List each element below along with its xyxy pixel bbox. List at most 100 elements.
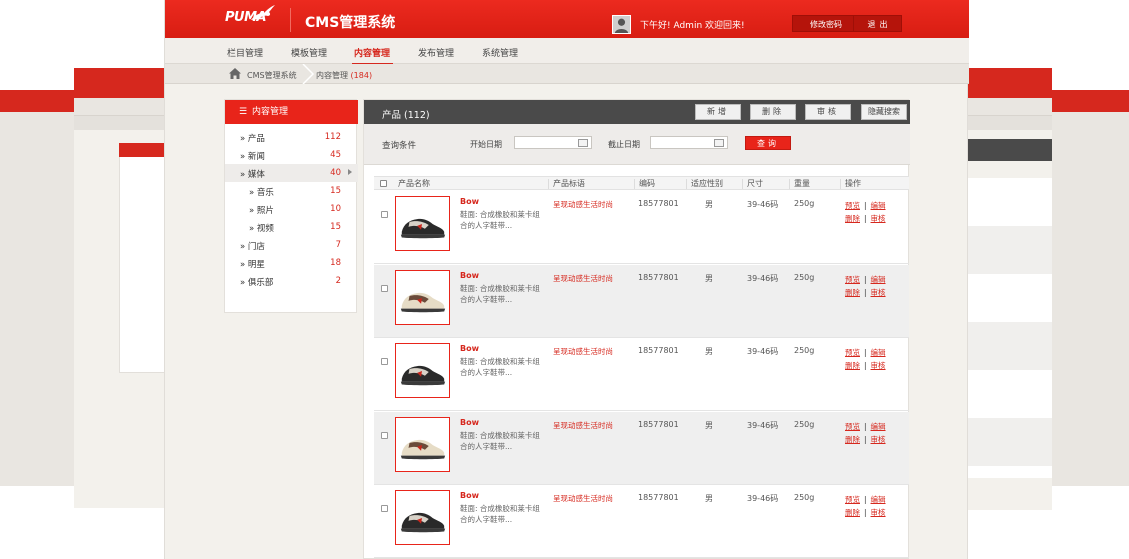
product-description: 鞋面: 合成橡胶和莱卡组合的人字鞋带... [460,283,540,304]
column-header-weight[interactable]: 重量 [789,179,810,189]
sidebar-item-photos[interactable]: » 照片 10 [225,200,358,218]
table-row: Bow 鞋面: 合成橡胶和莱卡组合的人字鞋带... 呈现动感生活时尚 18577801… [374,338,909,411]
nav-item-publish-manage[interactable]: 发布管理 [418,46,454,59]
separator: | [864,434,867,444]
row-checkbox[interactable] [381,284,388,292]
sidebar-item-clubs[interactable]: » 俱乐部 2 [225,272,358,290]
start-date-input[interactable] [514,136,592,149]
home-icon[interactable] [229,68,241,79]
product-slogan: 呈现动感生活时尚 [553,347,613,356]
product-slogan: 呈现动感生活时尚 [553,420,613,430]
column-header-size[interactable]: 尺寸 [742,179,763,189]
sidebar-item-music[interactable]: » 音乐 15 [225,182,358,200]
product-code: 18577801 [638,346,679,355]
sidebar-item-stars[interactable]: » 明星 18 [225,254,358,272]
row-checkbox[interactable] [381,358,388,365]
shoe-icon [400,512,446,533]
delete-link[interactable]: 删除 [845,508,860,517]
review-link[interactable]: 审核 [871,214,886,223]
nav-item-content-manage[interactable]: 内容管理 [354,46,390,59]
preview-link[interactable]: 预览 [845,495,860,504]
edit-link[interactable]: 编辑 [871,422,886,431]
end-date-input[interactable] [650,136,728,149]
logout-button[interactable]: 退出 [853,15,902,32]
edit-link[interactable]: 编辑 [871,201,886,210]
query-bar: 查询条件 开始日期 截止日期 查询 [364,124,910,165]
edit-link[interactable]: 编辑 [871,495,886,504]
review-link[interactable]: 审核 [871,435,886,444]
column-header-code[interactable]: 编码 [634,179,655,189]
review-link[interactable]: 审核 [871,508,886,517]
sidebar-item-count: 7 [335,240,341,250]
edit-link[interactable]: 编辑 [871,275,886,284]
sidebar-item-label: » 产品 [240,134,265,144]
product-name[interactable]: Bow [460,344,479,353]
product-name[interactable]: Bow [460,418,479,427]
sidebar-item-count: 15 [330,186,341,196]
row-checkbox[interactable] [381,505,388,512]
preview-link[interactable]: 预览 [845,422,860,431]
product-code: 18577801 [638,419,679,429]
row-actions: 预览 | 编辑 删除 | 审核 [845,420,886,446]
review-link[interactable]: 审核 [871,288,886,297]
separator: | [864,361,867,370]
delete-link[interactable]: 删除 [845,214,860,223]
sidebar-item-stores[interactable]: » 门店 7 [225,236,358,254]
query-button[interactable]: 查询 [745,136,791,150]
delete-button[interactable]: 删除 [750,104,796,120]
breadcrumb-root[interactable]: CMS管理系统 [247,70,297,81]
product-code: 18577801 [638,199,679,208]
review-button[interactable]: 审核 [805,104,851,120]
breadcrumb-count: (184) [350,71,373,80]
row-checkbox[interactable] [381,431,388,439]
column-header-gender[interactable]: 适应性别 [686,179,723,189]
product-thumbnail[interactable] [395,343,450,398]
separator: | [864,214,867,223]
sidebar-item-count: 40 [330,168,341,178]
product-name[interactable]: Bow [460,197,479,206]
product-description: 鞋面: 合成橡胶和莱卡组合的人字鞋带... [460,504,540,524]
product-weight: 250g [794,272,815,282]
hide-search-button[interactable]: 隐藏搜索 [861,104,907,120]
change-password-button[interactable]: 修改密码 [792,15,860,32]
separator: | [864,495,867,504]
shoe-icon [400,218,446,239]
delete-link[interactable]: 删除 [845,435,860,444]
edit-link[interactable]: 编辑 [871,348,886,357]
nav-item-template-manage[interactable]: 模板管理 [291,46,327,59]
expand-arrow-icon [348,169,352,175]
select-all-checkbox[interactable] [380,180,387,187]
product-name[interactable]: Bow [460,271,479,280]
product-slogan: 呈现动感生活时尚 [553,200,613,209]
preview-link[interactable]: 预览 [845,201,860,210]
calendar-icon[interactable] [578,139,588,147]
sidebar-item-news[interactable]: » 新闻 45 [225,146,358,164]
column-header-slogan[interactable]: 产品标语 [548,179,585,189]
table-row: Bow 鞋面: 合成橡胶和莱卡组合的人字鞋带... 呈现动感生活时尚 18577801… [374,264,909,338]
product-gender: 男 [705,420,713,430]
delete-link[interactable]: 删除 [845,361,860,370]
delete-link[interactable]: 删除 [845,288,860,297]
preview-link[interactable]: 预览 [845,348,860,357]
sidebar-item-videos[interactable]: » 视频 15 [225,218,358,236]
nav-item-system-manage[interactable]: 系统管理 [482,46,518,59]
separator: | [864,274,867,284]
sidebar-item-count: 18 [330,258,341,268]
calendar-icon[interactable] [714,139,724,147]
review-link[interactable]: 审核 [871,361,886,370]
column-header-name[interactable]: 产品名称 [394,179,430,189]
row-actions: 预览 | 编辑 删除 | 审核 [845,493,886,519]
row-checkbox[interactable] [381,211,388,218]
sidebar-item-media[interactable]: » 媒体 40 [225,164,358,182]
preview-link[interactable]: 预览 [845,275,860,284]
product-thumbnail[interactable] [395,416,450,472]
avatar[interactable] [612,15,631,34]
product-name[interactable]: Bow [460,491,479,500]
product-thumbnail[interactable] [395,490,450,545]
nav-item-column-manage[interactable]: 栏目管理 [227,46,263,59]
add-button[interactable]: 新增 [695,104,741,120]
product-thumbnail[interactable] [395,196,450,251]
product-code: 18577801 [638,272,679,282]
product-thumbnail[interactable] [395,269,450,325]
sidebar-item-products[interactable]: » 产品 112 [225,128,358,146]
